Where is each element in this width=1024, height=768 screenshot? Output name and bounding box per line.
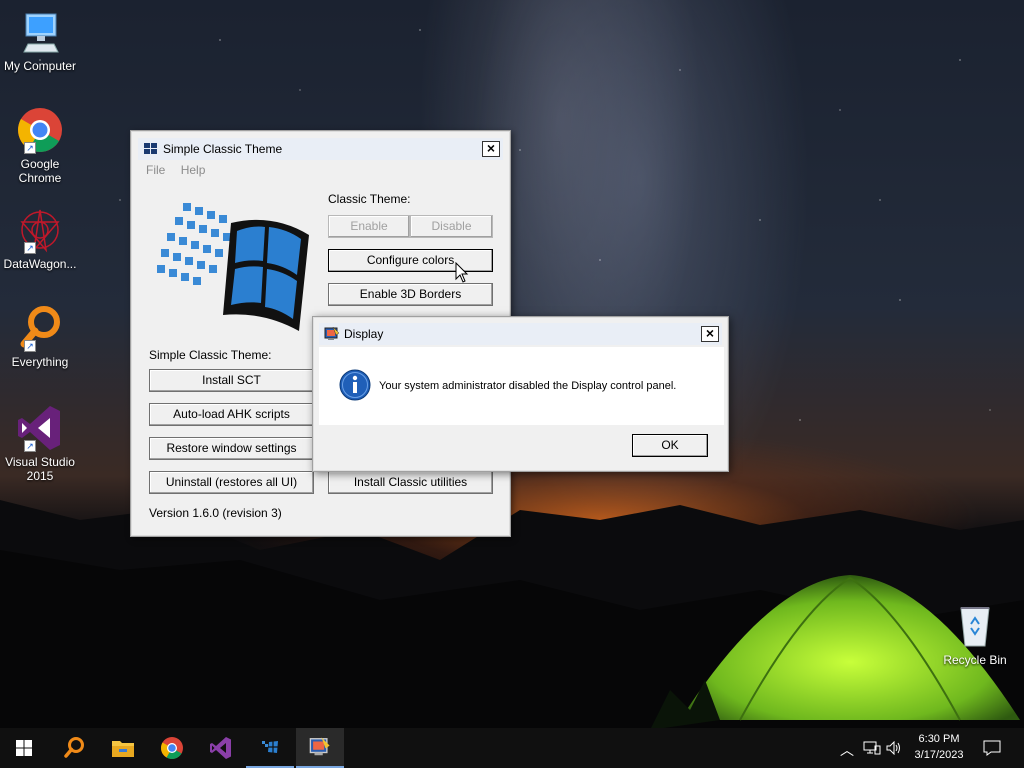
desktop-icon-datawagon[interactable]: ↗ DataWagon... [0, 206, 80, 271]
classic-theme-label: Classic Theme: [328, 192, 411, 206]
taskbar: ︿ 6:30 PM 3/17/2023 [0, 728, 1024, 768]
display-titlebar[interactable]: Display × [319, 323, 722, 345]
sct-icon [262, 741, 278, 753]
info-icon [339, 369, 371, 401]
visual-studio-icon: ↗ [16, 404, 64, 452]
tray-clock[interactable]: 6:30 PM 3/17/2023 [904, 731, 974, 763]
tray-time: 6:30 PM [918, 733, 960, 745]
version-text: Version 1.6.0 (revision 3) [149, 506, 282, 520]
everything-icon: ↗ [16, 304, 64, 352]
chrome-icon: ↗ [16, 106, 64, 154]
sct-close-button[interactable]: × [482, 141, 500, 157]
desktop-icon-label: Visual Studio 2015 [5, 455, 75, 483]
start-button[interactable] [0, 728, 48, 768]
ok-button[interactable]: OK [632, 434, 708, 457]
taskbar-file-explorer[interactable] [99, 728, 147, 768]
desktop-icon-visual-studio[interactable]: ↗ Visual Studio 2015 [0, 404, 80, 483]
sct-titlebar[interactable]: Simple Classic Theme × [138, 138, 503, 160]
desktop-icon-label: Recycle Bin [943, 653, 1007, 667]
desktop-icon-google-chrome[interactable]: ↗ Google Chrome [0, 106, 80, 185]
sct-title: Simple Classic Theme [163, 142, 283, 156]
display-message-area: Your system administrator disabled the D… [319, 347, 724, 425]
display-icon [309, 737, 330, 756]
volume-icon[interactable] [886, 741, 902, 755]
network-icon[interactable] [863, 741, 881, 755]
enable-3d-borders-button[interactable]: Enable 3D Borders [328, 283, 493, 306]
notification-icon[interactable] [983, 740, 1001, 756]
desktop-icon-label: Everything [11, 355, 69, 369]
desktop-icon-recycle-bin[interactable]: Recycle Bin [935, 602, 1015, 667]
start-icon [16, 740, 32, 756]
datawagon-icon: ↗ [16, 206, 64, 254]
everything-icon [64, 737, 84, 758]
restore-window-settings-button[interactable]: Restore window settings [149, 437, 314, 460]
display-dialog[interactable]: Display × Your system administrator disa… [312, 316, 729, 472]
autoload-ahk-button[interactable]: Auto-load AHK scripts [149, 403, 314, 426]
desktop-icon-label: Google Chrome [18, 157, 62, 185]
visual-studio-icon [210, 737, 231, 759]
enable-button[interactable]: Enable [328, 215, 410, 238]
display-close-button[interactable]: × [701, 326, 719, 342]
display-app-icon [324, 326, 340, 342]
display-title: Display [344, 327, 384, 341]
menu-file[interactable]: File [146, 163, 165, 177]
windows-logo-graphic [157, 203, 309, 331]
file-explorer-icon [112, 741, 134, 757]
tray-date: 3/17/2023 [914, 749, 964, 761]
taskbar-chrome[interactable] [148, 728, 196, 768]
mouse-cursor-icon [455, 262, 469, 283]
chrome-icon [161, 737, 183, 759]
uninstall-button[interactable]: Uninstall (restores all UI) [149, 471, 314, 494]
disable-button[interactable]: Disable [410, 215, 493, 238]
shortcut-arrow-icon: ↗ [24, 242, 36, 254]
desktop-icon-my-computer[interactable]: My Computer [0, 8, 80, 73]
install-sct-button[interactable]: Install SCT [149, 369, 314, 392]
taskbar-sct[interactable] [246, 728, 294, 768]
shortcut-arrow-icon: ↗ [24, 440, 36, 452]
install-classic-utilities-button[interactable]: Install Classic utilities [328, 471, 493, 494]
desktop-icon-everything[interactable]: ↗ Everything [0, 304, 80, 369]
taskbar-visual-studio[interactable] [197, 728, 245, 768]
desktop-icon-label: DataWagon... [3, 257, 77, 271]
shortcut-arrow-icon: ↗ [24, 142, 36, 154]
display-message-text: Your system administrator disabled the D… [379, 380, 677, 392]
desktop-icon-label: My Computer [3, 59, 77, 73]
menu-help[interactable]: Help [181, 163, 206, 177]
sct-section-label: Simple Classic Theme: [149, 348, 272, 362]
taskbar-display[interactable] [296, 728, 344, 768]
computer-icon [16, 8, 64, 56]
taskbar-everything[interactable] [50, 728, 98, 768]
recycle-bin-icon [951, 602, 999, 650]
shortcut-arrow-icon: ↗ [24, 340, 36, 352]
sct-menubar: File Help [146, 163, 205, 177]
tray-chevron-up-icon[interactable]: ︿ [840, 740, 854, 760]
windows-logo-icon [143, 142, 159, 156]
